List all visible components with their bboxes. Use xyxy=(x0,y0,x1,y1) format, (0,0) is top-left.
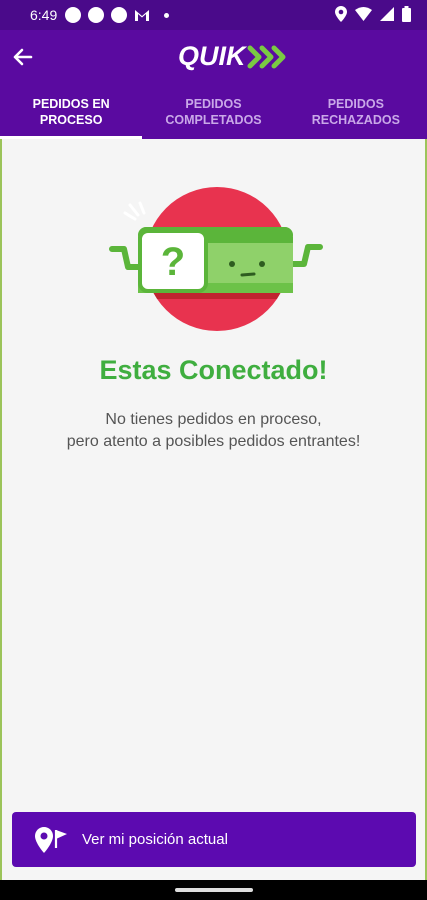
subtitle-line: pero atento a posibles pedidos entrantes… xyxy=(66,433,361,450)
view-current-position-label: Ver mi posición actual xyxy=(82,831,228,848)
app-logo: QUIK xyxy=(178,41,287,72)
tab-bar: PEDIDOS EN PROCESO PEDIDOS COMPLETADOS P… xyxy=(0,84,427,139)
battery-icon xyxy=(402,5,411,25)
back-arrow-icon[interactable] xyxy=(10,44,36,70)
logo-text: QUIK xyxy=(178,41,246,71)
main-content: ? Estas Conectado! No tienes pedidos en … xyxy=(0,139,427,880)
tab-pedidos-completados[interactable]: PEDIDOS COMPLETADOS xyxy=(142,84,284,139)
notification-icon xyxy=(65,7,82,23)
status-time: 6:49 xyxy=(30,7,58,23)
location-flag-icon xyxy=(34,825,72,855)
more-notifications-icon xyxy=(164,12,170,18)
system-nav-bar xyxy=(0,880,427,900)
logo-chevrons-icon xyxy=(247,45,285,68)
location-status-icon xyxy=(335,5,347,25)
notification-icon xyxy=(111,7,128,23)
signal-icon xyxy=(380,6,394,24)
empty-state-illustration: ? xyxy=(109,187,323,331)
gmail-icon xyxy=(134,9,150,22)
home-gesture-handle[interactable] xyxy=(175,888,253,892)
view-current-position-button[interactable]: Ver mi posición actual xyxy=(12,812,416,867)
notification-icon xyxy=(88,7,105,23)
tab-label: PEDIDOS COMPLETADOS xyxy=(165,96,262,127)
tab-pedidos-rechazados[interactable]: PEDIDOS RECHAZADOS xyxy=(285,84,427,139)
tab-pedidos-en-proceso[interactable]: PEDIDOS EN PROCESO xyxy=(0,84,143,139)
tab-label: PEDIDOS EN PROCESO xyxy=(32,96,110,127)
status-bar: 6:49 xyxy=(0,0,427,30)
app-bar: QUIK xyxy=(0,30,427,84)
tab-label: PEDIDOS RECHAZADOS xyxy=(311,96,400,127)
svg-text:?: ? xyxy=(161,240,185,284)
empty-state-subtitle: No tienes pedidos en proceso, pero atent… xyxy=(2,409,425,453)
empty-state-title: Estas Conectado! xyxy=(99,355,328,385)
subtitle-line: No tienes pedidos en proceso, xyxy=(105,411,322,428)
wifi-icon xyxy=(355,6,372,24)
